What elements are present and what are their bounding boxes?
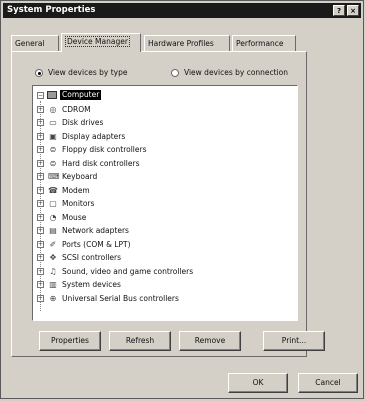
tree-root-label: Computer: [60, 90, 102, 100]
tree-item[interactable]: + ⌨ Keyboard: [37, 171, 97, 183]
tree-item-label: Mouse: [62, 212, 87, 222]
usb-icon: ⊕: [49, 293, 57, 303]
tree-item[interactable]: + ✥ SCSI controllers: [37, 252, 121, 264]
view-by-type-label: View devices by type: [48, 68, 128, 77]
tree-item[interactable]: + ▭ Disk drives: [37, 117, 103, 129]
remove-button[interactable]: Remove: [179, 331, 241, 351]
expand-icon[interactable]: +: [37, 213, 44, 221]
tree-item[interactable]: + ⊜ Floppy disk controllers: [37, 144, 147, 156]
tab-device-manager[interactable]: Device Manager: [61, 33, 141, 52]
tree-item-label: Monitors: [62, 199, 95, 208]
window-title: System Properties: [7, 5, 96, 15]
expand-icon[interactable]: +: [37, 105, 44, 113]
tree-root-computer[interactable]: − Computer: [37, 89, 102, 101]
device-tree[interactable]: − Computer + ◎ CDROM + ▭ Disk drives + ▣ Display…: [32, 85, 298, 321]
properties-button[interactable]: Properties: [39, 331, 101, 351]
ports-icon: ✐: [49, 239, 57, 249]
cancel-button[interactable]: Cancel: [298, 373, 358, 393]
tree-item-label: CDROM: [62, 104, 91, 114]
expand-icon[interactable]: +: [37, 186, 44, 194]
disk-drive-icon: ▭: [49, 118, 57, 127]
expand-icon[interactable]: +: [37, 200, 44, 207]
tree-item-label: System devices: [62, 280, 121, 289]
tree-item-label: Disk drives: [62, 118, 104, 127]
tree-item-label: Modem: [62, 185, 90, 195]
expand-icon[interactable]: +: [37, 132, 44, 140]
expand-icon[interactable]: +: [37, 254, 44, 261]
tree-item[interactable]: + ▥ System devices: [37, 279, 121, 291]
view-by-connection-label: View devices by connection: [184, 68, 289, 77]
tab-device-manager-label: Device Manager: [65, 36, 130, 47]
network-adapter-icon: ▤: [49, 226, 57, 235]
expand-icon[interactable]: +: [37, 240, 44, 248]
expand-icon[interactable]: +: [37, 281, 44, 288]
view-by-connection-radio[interactable]: View devices by connection: [171, 68, 288, 77]
expand-icon[interactable]: +: [37, 173, 44, 180]
ok-button[interactable]: OK: [228, 373, 288, 393]
display-adapter-icon: ▣: [49, 131, 57, 141]
collapse-icon[interactable]: −: [37, 91, 44, 99]
expand-icon[interactable]: +: [37, 227, 44, 234]
tree-item-label: Keyboard: [62, 172, 98, 181]
tree-item-label: SCSI controllers: [62, 253, 122, 262]
floppy-controller-icon: ⊜: [49, 145, 57, 154]
keyboard-icon: ⌨: [48, 172, 60, 181]
expand-icon[interactable]: +: [37, 294, 44, 302]
scsi-controller-icon: ✥: [49, 253, 57, 262]
close-button[interactable]: ×: [347, 5, 359, 16]
cdrom-icon: ◎: [49, 104, 57, 114]
tree-item[interactable]: + ✐ Ports (COM & LPT): [37, 238, 131, 250]
tab-performance-label: Performance: [236, 39, 284, 48]
tree-item[interactable]: + ▣ Display adapters: [37, 130, 125, 142]
tree-item[interactable]: + ⊕ Universal Serial Bus controllers: [37, 292, 179, 304]
tab-hardware-profiles[interactable]: Hardware Profiles: [144, 35, 230, 51]
tree-item[interactable]: + ▢ Monitors: [37, 198, 94, 210]
expand-icon[interactable]: +: [37, 267, 44, 275]
radio-unselected-icon: [171, 68, 179, 77]
expand-icon[interactable]: +: [37, 119, 44, 126]
tree-item[interactable]: + ▤ Network adapters: [37, 225, 129, 237]
tab-performance[interactable]: Performance: [232, 35, 296, 51]
monitor-icon: ▢: [49, 199, 57, 208]
view-by-type-radio[interactable]: View devices by type: [35, 68, 127, 77]
tab-hardware-profiles-label: Hardware Profiles: [148, 39, 214, 48]
system-devices-icon: ▥: [49, 280, 57, 289]
tree-item[interactable]: + ◎ CDROM: [37, 103, 91, 115]
title-bar[interactable]: System Properties ? ×: [3, 3, 361, 18]
tree-item-label: Hard disk controllers: [62, 158, 140, 168]
tree-item-label: Sound, video and game controllers: [62, 266, 194, 276]
expand-icon[interactable]: +: [37, 159, 44, 167]
mouse-icon: ◔: [49, 212, 57, 222]
tree-item-label: Ports (COM & LPT): [62, 239, 131, 249]
expand-icon[interactable]: +: [37, 146, 44, 153]
tree-item-label: Network adapters: [62, 226, 129, 235]
help-button[interactable]: ?: [333, 5, 345, 16]
tab-general-label: General: [15, 39, 45, 48]
hard-disk-controller-icon: ⊜: [49, 158, 57, 168]
modem-icon: ☎: [48, 185, 58, 195]
tree-item[interactable]: + ☎ Modem: [37, 184, 90, 196]
computer-icon: [47, 91, 57, 99]
refresh-button[interactable]: Refresh: [109, 331, 171, 351]
tree-item-label: Display adapters: [62, 131, 126, 141]
tree-item-label: Floppy disk controllers: [62, 145, 147, 154]
tab-general[interactable]: General: [11, 35, 59, 51]
tree-item-label: Universal Serial Bus controllers: [62, 293, 179, 303]
system-properties-window: System Properties ? × General Device Man…: [0, 0, 364, 399]
radio-selected-icon: [35, 68, 43, 77]
print-button[interactable]: Print...: [263, 331, 325, 351]
tree-item[interactable]: + ◔ Mouse: [37, 211, 86, 223]
sound-icon: ♫: [49, 266, 57, 276]
tree-item[interactable]: + ⊜ Hard disk controllers: [37, 157, 140, 169]
tree-item[interactable]: + ♫ Sound, video and game controllers: [37, 265, 193, 277]
